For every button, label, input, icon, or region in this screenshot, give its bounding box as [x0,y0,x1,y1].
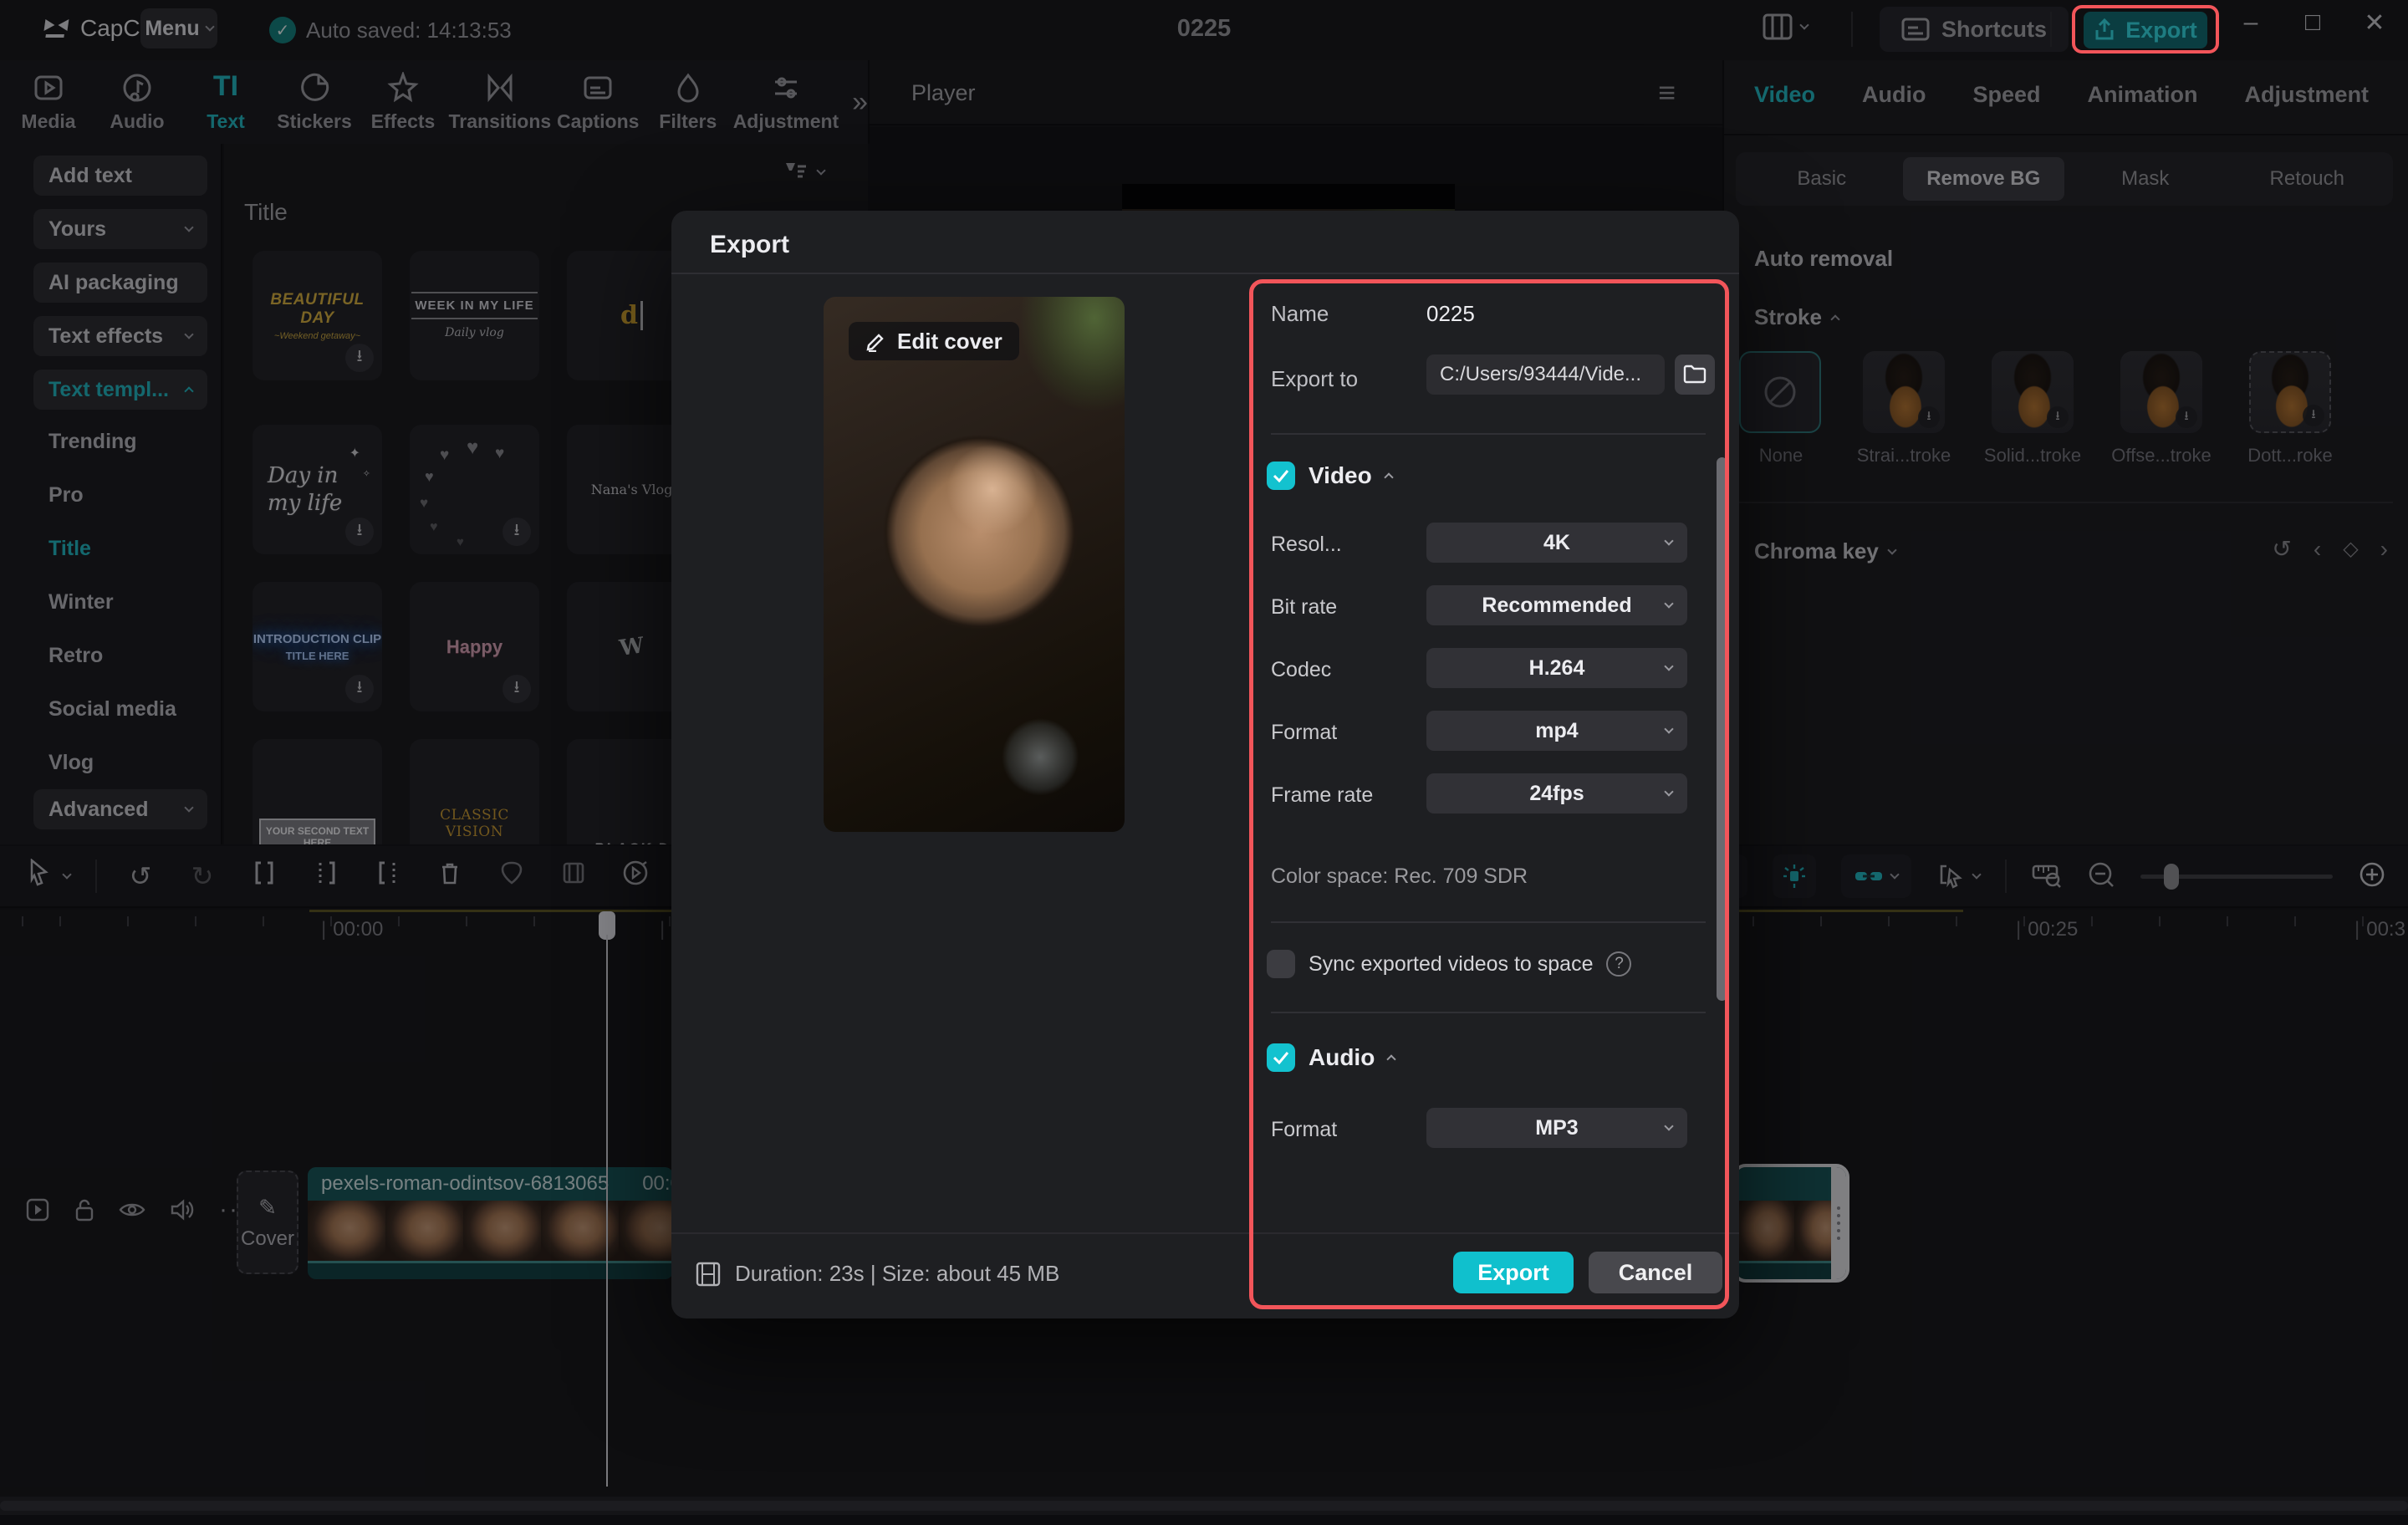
dialog-title: Export [710,231,789,259]
edit-cover-button[interactable]: Edit cover [849,322,1019,360]
film-icon [695,1262,722,1287]
annotation-export-settings [1249,279,1729,1309]
capcut-app: CapCut Menu ✓ Auto saved: 14:13:53 0225 … [0,0,2408,1525]
pencil-icon [865,330,887,352]
divider [671,273,1739,274]
export-summary: Duration: 23s | Size: about 45 MB [695,1261,1059,1287]
annotation-export-button [2072,5,2219,54]
export-cover-preview: Edit cover [824,297,1125,832]
